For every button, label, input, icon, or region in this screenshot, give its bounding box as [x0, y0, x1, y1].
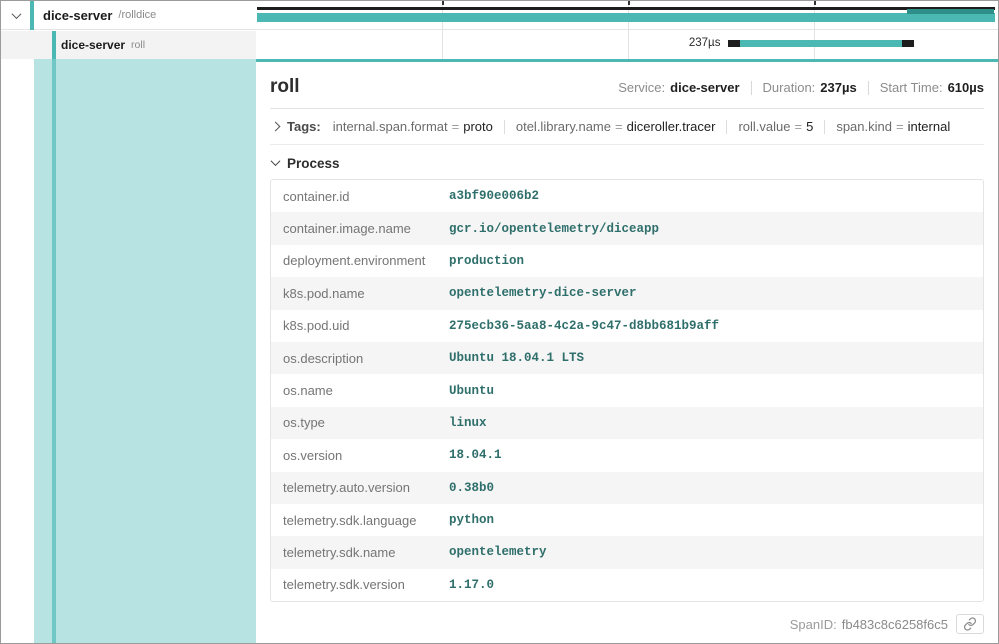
- span-detail-footer: SpanID: fb483c8c6258f6c5: [270, 614, 984, 634]
- start-time-value: 610µs: [948, 80, 984, 95]
- spanid-value: fb483c8c6258f6c5: [842, 617, 948, 632]
- spanid-label: SpanID:: [790, 617, 837, 632]
- kv-key: telemetry.sdk.name: [271, 545, 449, 560]
- process-label: Process: [287, 156, 340, 171]
- service-color-bar: [30, 1, 34, 30]
- table-row: deployment.environment production: [271, 245, 983, 277]
- kv-key: telemetry.sdk.version: [271, 577, 449, 592]
- span-bar-segment: [907, 9, 994, 14]
- tag-equals: =: [452, 119, 460, 134]
- kv-value: opentelemetry: [449, 545, 547, 559]
- trace-row-roll[interactable]: dice-server roll: [1, 31, 256, 59]
- divider: [726, 120, 727, 134]
- kv-value: 275ecb36-5aa8-4c2a-9c47-d8bb681b9aff: [449, 319, 719, 333]
- tag-key: span.kind: [836, 119, 892, 134]
- chevron-down-icon: [271, 156, 281, 166]
- service-color-bar: [52, 31, 56, 59]
- kv-key: os.type: [271, 415, 449, 430]
- kv-value: linux: [449, 416, 487, 430]
- tag-key: otel.library.name: [516, 119, 611, 134]
- table-row: container.id a3bf90e006b2: [271, 180, 983, 212]
- chevron-right-icon: [271, 122, 281, 132]
- kv-value: Ubuntu 18.04.1 LTS: [449, 351, 584, 365]
- kv-value: 1.17.0: [449, 578, 494, 592]
- duration-label: Duration:: [763, 80, 816, 95]
- chevron-down-icon[interactable]: [1, 12, 31, 19]
- kv-key: deployment.environment: [271, 253, 449, 268]
- duration-value: 237µs: [820, 80, 856, 95]
- divider: [824, 120, 825, 134]
- tag-equals: =: [896, 119, 904, 134]
- service-label: Service:: [618, 80, 665, 95]
- tags-accordion[interactable]: Tags: internal.span.format = proto otel.…: [270, 109, 984, 145]
- minimap-span-bar[interactable]: [257, 7, 995, 10]
- table-row: os.description Ubuntu 18.04.1 LTS: [271, 342, 983, 374]
- trace-row-rolldice[interactable]: dice-server /rolldice: [1, 1, 256, 30]
- kv-key: container.id: [271, 189, 449, 204]
- span-bar-roll[interactable]: [728, 40, 913, 47]
- timeline-row-roll: 237µs: [256, 30, 999, 59]
- divider: [504, 120, 505, 134]
- tag-value: proto: [463, 119, 493, 134]
- kv-value: Ubuntu: [449, 384, 494, 398]
- trace-row-operation: roll: [131, 39, 145, 51]
- table-row: container.image.name gcr.io/opentelemetr…: [271, 212, 983, 244]
- table-row: telemetry.sdk.name opentelemetry: [271, 536, 983, 568]
- tag-key: internal.span.format: [333, 119, 448, 134]
- tag-equals: =: [795, 119, 803, 134]
- table-row: os.name Ubuntu: [271, 374, 983, 406]
- indent-color-bar: [52, 59, 56, 643]
- trace-detail-page: dice-server /rolldice dice-server roll 2…: [0, 0, 999, 644]
- table-row: os.version 18.04.1: [271, 439, 983, 471]
- kv-key: telemetry.sdk.language: [271, 513, 449, 528]
- tag-value: internal: [908, 119, 951, 134]
- process-kv-table: container.id a3bf90e006b2 container.imag…: [270, 179, 984, 602]
- kv-key: k8s.pod.uid: [271, 318, 449, 333]
- tag-equals: =: [615, 119, 623, 134]
- span-detail-header: roll Service: dice-server Duration: 237µ…: [270, 68, 984, 109]
- kv-value: gcr.io/opentelemetry/diceapp: [449, 222, 659, 236]
- tag-value: diceroller.tracer: [627, 119, 716, 134]
- trace-timeline: 237µs: [256, 1, 999, 59]
- divider: [751, 81, 752, 95]
- copy-span-link-button[interactable]: [956, 614, 984, 634]
- table-row: k8s.pod.uid 275ecb36-5aa8-4c2a-9c47-d8bb…: [271, 310, 983, 342]
- span-duration-label: 237µs: [689, 37, 721, 49]
- trace-row-service: dice-server: [61, 38, 125, 52]
- kv-key: k8s.pod.name: [271, 286, 449, 301]
- span-detail-panel: roll Service: dice-server Duration: 237µ…: [256, 59, 998, 643]
- tag-key: roll.value: [738, 119, 790, 134]
- table-row: telemetry.auto.version 0.38b0: [271, 472, 983, 504]
- table-row: telemetry.sdk.version 1.17.0: [271, 569, 983, 601]
- kv-key: telemetry.auto.version: [271, 480, 449, 495]
- kv-value: a3bf90e006b2: [449, 189, 539, 203]
- process-accordion[interactable]: Process: [270, 145, 984, 179]
- kv-value: python: [449, 513, 494, 527]
- timeline-row-rolldice: [256, 1, 999, 30]
- divider: [868, 81, 869, 95]
- span-title: roll: [270, 76, 300, 98]
- span-bar-rolldice[interactable]: [257, 13, 995, 22]
- kv-value: opentelemetry-dice-server: [449, 286, 637, 300]
- selected-span-detail-gutter: [34, 59, 256, 643]
- link-icon: [963, 617, 977, 631]
- service-value: dice-server: [670, 80, 739, 95]
- kv-value: production: [449, 254, 524, 268]
- table-row: k8s.pod.name opentelemetry-dice-server: [271, 277, 983, 309]
- tag-value: 5: [806, 119, 813, 134]
- trace-row-service: dice-server: [43, 8, 112, 23]
- kv-key: os.name: [271, 383, 449, 398]
- trace-row-operation: /rolldice: [118, 9, 156, 21]
- tags-label: Tags:: [287, 119, 321, 134]
- kv-value: 0.38b0: [449, 481, 494, 495]
- table-row: os.type linux: [271, 407, 983, 439]
- span-overview: Service: dice-server Duration: 237µs Sta…: [618, 80, 984, 95]
- kv-key: os.version: [271, 448, 449, 463]
- kv-value: 18.04.1: [449, 448, 502, 462]
- kv-key: container.image.name: [271, 221, 449, 236]
- table-row: telemetry.sdk.language python: [271, 504, 983, 536]
- start-time-label: Start Time:: [880, 80, 943, 95]
- kv-key: os.description: [271, 351, 449, 366]
